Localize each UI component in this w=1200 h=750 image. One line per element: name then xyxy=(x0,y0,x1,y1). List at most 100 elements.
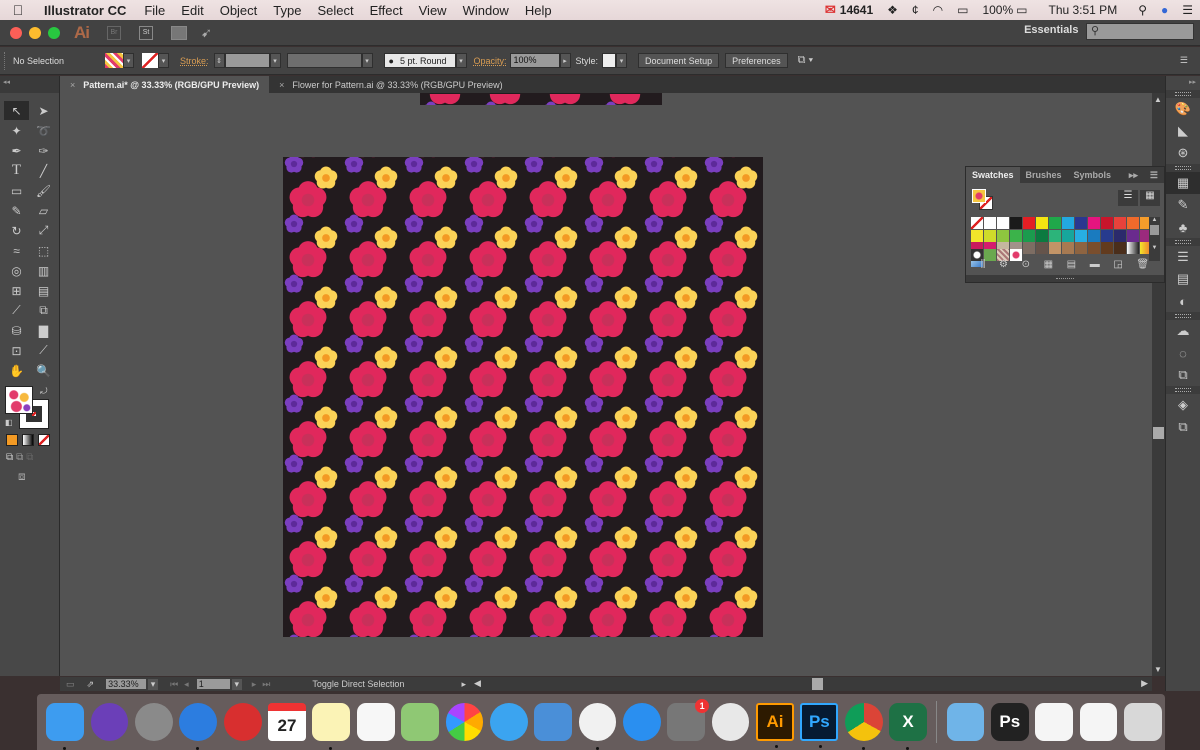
swatch-color[interactable] xyxy=(1101,217,1113,229)
swatch-color[interactable] xyxy=(1036,242,1048,254)
panel-menu-icon[interactable]: ☰ xyxy=(1144,167,1164,183)
dock-safari-icon[interactable] xyxy=(179,703,218,750)
swatch-scroll-down[interactable]: ▼ xyxy=(1149,245,1160,251)
menu-select[interactable]: Select xyxy=(309,3,361,18)
hand-tool-icon[interactable]: ✋ xyxy=(4,361,29,380)
line-tool-icon[interactable]: ╱ xyxy=(31,161,56,180)
direct-selection-tool-icon[interactable]: ➤ xyxy=(31,101,56,120)
swatch-color[interactable] xyxy=(971,229,983,242)
free-transform-tool-icon[interactable]: ⬚ xyxy=(31,241,56,260)
swatch-color[interactable] xyxy=(997,217,1009,229)
stroke-swatch[interactable] xyxy=(142,53,158,68)
artboard-partial[interactable] xyxy=(420,93,662,105)
dock-illustrator-icon[interactable]: Ai xyxy=(756,703,794,748)
tab-brushes[interactable]: Brushes xyxy=(1020,167,1068,183)
arrange-documents-icon[interactable] xyxy=(171,25,187,40)
swatch-color[interactable] xyxy=(1062,242,1074,254)
workspace-switcher[interactable]: Essentials ▾ xyxy=(1024,24,1090,36)
swatch-color[interactable] xyxy=(1114,229,1126,242)
dock-photos-icon[interactable] xyxy=(445,703,484,741)
swatch-color[interactable] xyxy=(1036,217,1048,229)
artboards-panel-icon[interactable]: ⧉ xyxy=(1166,364,1200,386)
artboard-number-input[interactable]: 1 xyxy=(196,679,230,689)
swatch-kinds-icon[interactable]: ▦ xyxy=(1044,259,1053,270)
dock-group-grip[interactable] xyxy=(1166,90,1200,98)
swatch-options-panel-icon[interactable]: ▤ xyxy=(1067,259,1076,270)
dropbox-icon[interactable]: ❖ xyxy=(880,3,905,17)
swatch-color[interactable] xyxy=(1062,229,1074,242)
brushes-panel-icon[interactable]: ✎ xyxy=(1166,194,1200,216)
swatch-color[interactable] xyxy=(1101,242,1113,254)
dock-system-preferences-icon[interactable]: 1 xyxy=(667,699,710,741)
shape-builder-tool-icon[interactable]: ◎ xyxy=(4,261,29,280)
panel-menu-icon[interactable]: ☰ xyxy=(1180,55,1188,66)
dock-image-capture-icon[interactable] xyxy=(711,703,750,741)
dock-trash-icon[interactable] xyxy=(1123,703,1162,741)
draw-behind-icon[interactable]: ⧉ xyxy=(16,452,23,463)
first-artboard-button[interactable]: ⏮ xyxy=(170,679,178,690)
eraser-tool-icon[interactable]: ▱ xyxy=(31,201,56,220)
panel-grip[interactable] xyxy=(4,51,7,70)
new-color-group-icon[interactable]: ▬ xyxy=(1090,259,1100,270)
opacity-input[interactable]: 100% xyxy=(509,53,560,68)
swatch-color[interactable] xyxy=(1088,229,1100,242)
dock-mail-icon[interactable] xyxy=(223,703,262,741)
menu-file[interactable]: File xyxy=(136,3,173,18)
mesh-tool-icon[interactable]: ⊞ xyxy=(4,281,29,300)
swatch-color[interactable] xyxy=(997,229,1009,242)
swatch-scroll-up[interactable]: ▲ xyxy=(1149,217,1160,223)
menu-effect[interactable]: Effect xyxy=(362,3,411,18)
tab-flower-for-pattern[interactable]: × Flower for Pattern.ai @ 33.33% (RGB/GP… xyxy=(269,76,512,93)
swatch-color[interactable] xyxy=(1049,242,1061,254)
stroke-label[interactable]: Stroke: xyxy=(180,56,209,66)
arrange-icon[interactable]: ⧉ ▾ xyxy=(798,54,814,67)
dock-messages-icon[interactable] xyxy=(489,703,528,741)
swatch-color[interactable] xyxy=(1049,217,1061,229)
scroll-right-arrow[interactable]: ▶ xyxy=(1141,678,1148,689)
artboards-list-icon[interactable]: ⧉ xyxy=(1166,416,1200,438)
swatch-color[interactable] xyxy=(1127,217,1139,229)
dock-siri-icon[interactable] xyxy=(90,703,129,741)
horizontal-scrollbar[interactable]: ◀ ▶ xyxy=(470,677,1152,691)
variable-width-profile[interactable] xyxy=(286,53,362,68)
slice-tool-icon[interactable]: ⟋ xyxy=(31,341,56,360)
bridge-icon[interactable]: Br xyxy=(107,25,121,40)
tab-symbols[interactable]: Symbols xyxy=(1068,167,1118,183)
swatch-none[interactable] xyxy=(971,217,983,229)
swatch-color[interactable] xyxy=(1075,242,1087,254)
last-artboard-button[interactable]: ⏭ xyxy=(262,679,270,690)
preferences-button[interactable]: Preferences xyxy=(725,53,788,68)
opacity-slider-button[interactable]: ▸ xyxy=(559,53,571,68)
swatch-color[interactable] xyxy=(1114,242,1126,254)
rotate-tool-icon[interactable]: ↻ xyxy=(4,221,29,240)
dock-maps-icon[interactable] xyxy=(401,703,439,741)
minimize-window-button[interactable] xyxy=(29,26,41,39)
none-mode-icon[interactable] xyxy=(38,434,50,446)
creative-cloud-icon[interactable]: ¢ xyxy=(905,3,926,17)
apple-menu-icon[interactable]:  xyxy=(0,2,36,18)
menu-object[interactable]: Object xyxy=(212,3,266,18)
menu-app-name[interactable]: Illustrator CC xyxy=(36,3,136,18)
stock-icon[interactable]: St xyxy=(139,25,153,40)
gpu-performance-icon[interactable]: ➹ xyxy=(201,25,212,41)
swatch-registration[interactable] xyxy=(984,217,996,229)
zoom-tool-icon[interactable]: 🔍 xyxy=(31,361,56,380)
dock-app-store-icon[interactable] xyxy=(622,703,661,741)
thumbnail-view-button[interactable]: ▦ xyxy=(1140,190,1160,206)
symbols-panel-icon[interactable]: ♣ xyxy=(1166,216,1200,238)
draw-inside-icon[interactable]: ⧉ xyxy=(26,452,33,463)
document-setup-button[interactable]: Document Setup xyxy=(638,53,720,68)
horizontal-scroll-thumb[interactable] xyxy=(812,678,823,690)
zoom-window-button[interactable] xyxy=(48,26,60,39)
swatch-options-icon[interactable]: ⚙ xyxy=(999,259,1008,270)
tab-pattern[interactable]: × Pattern.ai* @ 33.33% (RGB/GPU Preview) xyxy=(60,76,270,93)
collapse-panel-icon[interactable]: ◂◂ xyxy=(0,76,59,93)
dock-photoshop-icon[interactable]: Ps xyxy=(800,703,839,748)
swatch-color[interactable] xyxy=(1023,217,1035,229)
status-menu-arrow[interactable]: ▸ xyxy=(461,679,466,690)
close-tab-icon[interactable]: × xyxy=(279,80,284,90)
zoom-level-input[interactable]: 33.33% xyxy=(106,679,147,689)
stroke-panel-icon[interactable]: ☰ xyxy=(1166,246,1200,268)
swatch-color[interactable] xyxy=(1088,242,1100,254)
color-panel-icon[interactable]: 🎨 xyxy=(1166,98,1200,120)
